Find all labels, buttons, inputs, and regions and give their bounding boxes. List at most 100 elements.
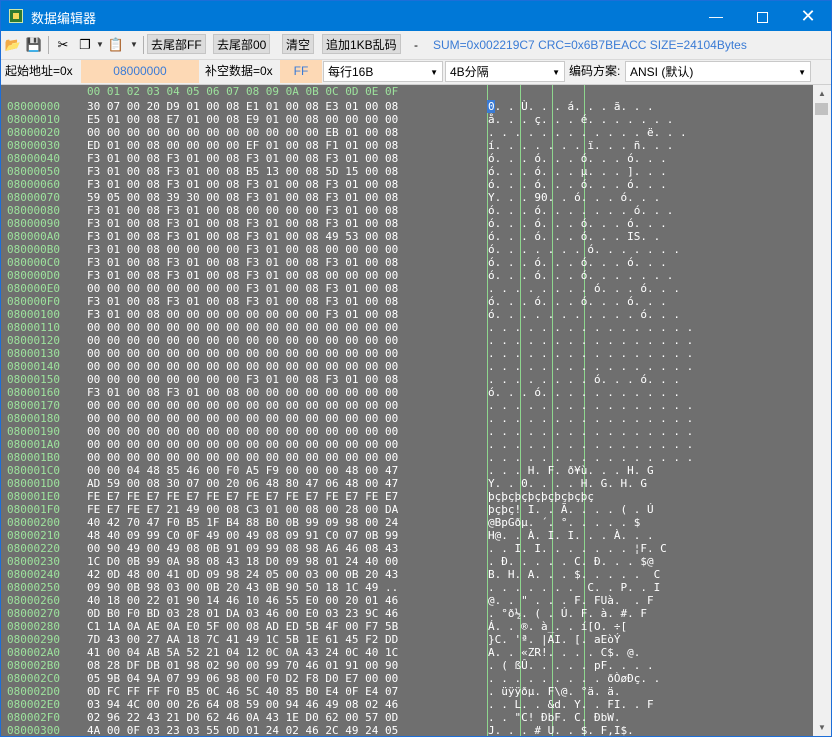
row-hex-bytes[interactable]: 00 00 00 00 00 00 00 00 F3 01 00 08 F3 0… xyxy=(87,282,398,295)
row-ascii-text[interactable]: þçþç! I. . Ã. . . . ( . Ú xyxy=(488,503,654,516)
row-ascii-text[interactable]: A. . «ZR!. . . . C$. @. xyxy=(488,646,640,659)
row-ascii-text[interactable]: . . . . . . . . . . . . . . . . xyxy=(488,438,693,451)
row-hex-bytes[interactable]: F3 01 00 08 F3 01 00 08 F3 01 00 08 F3 0… xyxy=(87,256,398,269)
row-hex-bytes[interactable]: 1C D0 0B 99 0A 98 08 43 18 D0 09 98 01 2… xyxy=(87,555,398,568)
row-hex-bytes[interactable]: 03 94 4C 00 00 26 64 08 59 00 94 46 49 0… xyxy=(87,698,398,711)
row-hex-bytes[interactable]: 00 00 00 00 00 00 00 00 F3 01 00 08 F3 0… xyxy=(87,373,398,386)
row-hex-bytes[interactable]: AD 59 00 08 30 07 00 20 06 48 80 47 06 4… xyxy=(87,477,398,490)
row-ascii-text[interactable]: ó. . . ó. . . . . . . . . . . xyxy=(488,386,680,399)
row-hex-bytes[interactable]: 00 00 00 00 00 00 00 00 00 00 00 00 00 0… xyxy=(87,425,398,438)
row-ascii-text[interactable]: B. H. A. . . $. . . . . C xyxy=(488,568,660,581)
row-ascii-text[interactable]: ó. . . ó. . . ó. . . ó. . . xyxy=(488,256,667,269)
row-ascii-text[interactable]: ó. . . ó. . . ó. . . ó. . . xyxy=(488,152,667,165)
row-ascii-text[interactable]: . . . H. F. ð¥ù. . . H. G xyxy=(488,464,654,477)
row-hex-bytes[interactable]: 0D B0 F0 BD 03 28 01 DA 03 46 00 E0 03 2… xyxy=(87,607,398,620)
row-hex-bytes[interactable]: 00 00 00 00 00 00 00 00 00 00 00 00 EB 0… xyxy=(87,126,398,139)
paste-icon[interactable]: 📋 xyxy=(107,36,125,54)
row-hex-bytes[interactable]: FE E7 FE E7 21 49 00 08 C3 01 00 08 00 2… xyxy=(87,503,398,516)
row-ascii-text[interactable]: . üÿÿðµ. F\@. °ä. ä. xyxy=(488,685,620,698)
row-ascii-text[interactable]: ó. . . ó. . . ó. . . ó. . . xyxy=(488,217,667,230)
row-ascii-text[interactable]: . . . . . . . . . . . . . . . . xyxy=(488,399,693,412)
title-bar[interactable]: 数据编辑器 — ✕ xyxy=(1,1,831,31)
start-address-input[interactable]: 08000000 xyxy=(81,60,199,83)
row-hex-bytes[interactable]: 00 00 00 00 00 00 00 00 00 00 00 00 00 0… xyxy=(87,321,398,334)
row-ascii-text[interactable]: . . . . . . . C. . P. . I xyxy=(488,581,660,594)
clear-button[interactable]: 清空 xyxy=(282,34,315,54)
row-hex-bytes[interactable]: F3 01 00 08 00 00 00 00 F3 01 00 08 00 0… xyxy=(87,243,398,256)
row-hex-bytes[interactable]: 40 18 00 22 01 90 14 46 10 46 55 E0 00 2… xyxy=(87,594,398,607)
row-hex-bytes[interactable]: 00 00 00 00 00 00 00 00 00 00 00 00 00 0… xyxy=(87,399,398,412)
row-ascii-text[interactable]: ­Y. . 0. . . . H. G. H. G xyxy=(488,477,647,490)
row-ascii-text[interactable]: ó. . . ó. . . ó. . . IS. . xyxy=(488,230,660,243)
row-ascii-text[interactable]: H@. . À. I. I. . . À. . . xyxy=(488,529,654,542)
row-hex-bytes[interactable]: 40 42 70 47 F0 B5 1F B4 88 B0 0B 99 09 9… xyxy=(87,516,398,529)
row-ascii-text[interactable]: å. . . ç. . . é. . . . . . . xyxy=(488,113,673,126)
vertical-scrollbar[interactable]: ▲ ▼ xyxy=(813,85,831,736)
row-ascii-text[interactable]: . . . . . . . . . ðÒøÐç. . xyxy=(488,672,660,685)
hex-view[interactable]: 00 01 02 03 04 05 06 07 08 09 0A 0B 0C 0… xyxy=(1,85,813,736)
row-hex-bytes[interactable]: ED 01 00 08 00 00 00 00 EF 01 00 08 F1 0… xyxy=(87,139,398,152)
row-hex-bytes[interactable]: F3 01 00 08 F3 01 00 08 00 00 00 00 F3 0… xyxy=(87,204,398,217)
append-1kb-random-button[interactable]: 追加1KB乱码 xyxy=(322,34,401,54)
row-hex-bytes[interactable]: 59 05 00 08 39 30 00 08 F3 01 00 08 F3 0… xyxy=(87,191,398,204)
scroll-down-icon[interactable]: ▼ xyxy=(813,719,831,736)
row-hex-bytes[interactable]: 08 28 DF DB 01 98 02 90 00 99 70 46 01 9… xyxy=(87,659,398,672)
row-hex-bytes[interactable]: 00 00 00 00 00 00 00 00 00 00 00 00 00 0… xyxy=(87,412,398,425)
encoding-select[interactable]: ANSI (默认) ▼ xyxy=(625,61,811,82)
row-hex-bytes[interactable]: 41 00 04 AB 5A 52 21 04 12 0C 0A 43 24 0… xyxy=(87,646,398,659)
row-hex-bytes[interactable]: 42 0D 48 00 41 0D 09 98 24 05 00 03 00 0… xyxy=(87,568,398,581)
row-ascii-text[interactable]: . . L. . &d. Y. . FI. . F xyxy=(488,698,654,711)
row-ascii-text[interactable]: . . . . . . . . ó. . . ó. . . xyxy=(488,373,680,386)
minimize-button[interactable]: — xyxy=(693,1,739,31)
bytes-per-row-select[interactable]: 每行16B ▼ xyxy=(323,61,443,82)
row-hex-bytes[interactable]: F3 01 00 08 F3 01 00 08 F3 01 00 08 F3 0… xyxy=(87,217,398,230)
row-hex-bytes[interactable]: F3 01 00 08 F3 01 00 08 F3 01 00 08 F3 0… xyxy=(87,152,398,165)
row-hex-bytes[interactable]: 4A 00 0F 03 23 03 55 0D 01 24 02 46 2C 4… xyxy=(87,724,398,736)
row-ascii-text[interactable]: þçþçþçþçþçþçþçþç xyxy=(488,490,594,503)
row-hex-bytes[interactable]: 0D FC FF FF F0 B5 0C 46 5C 40 85 B0 E4 0… xyxy=(87,685,398,698)
row-ascii-text[interactable]: Á. . ®. à_. . ­í[O. ÷[ xyxy=(488,620,627,633)
maximize-button[interactable] xyxy=(739,1,785,31)
row-ascii-text[interactable]: ó. . . ó. . . ó. . . ó. . . xyxy=(488,178,667,191)
row-hex-bytes[interactable]: 00 90 49 00 49 08 0B 91 09 99 08 98 A6 4… xyxy=(87,542,398,555)
row-ascii-text[interactable]: . . . . . . . . . . . . . . . . xyxy=(488,347,693,360)
row-hex-bytes[interactable]: F3 01 00 08 F3 01 00 08 F3 01 00 08 00 0… xyxy=(87,269,398,282)
trim-00-button[interactable]: 去尾部00 xyxy=(213,34,271,54)
row-ascii-text[interactable]: ó. . . ó. . . µ. . . ]. . . xyxy=(488,165,667,178)
row-ascii-text[interactable]: . . . . . . . . . . . . . . . . xyxy=(488,451,693,464)
row-ascii-text[interactable]: . . "C! ÐbF. C. ÐbW. xyxy=(488,711,620,724)
row-hex-bytes[interactable]: 00 00 00 00 00 00 00 00 00 00 00 00 00 0… xyxy=(87,451,398,464)
row-hex-bytes[interactable]: 00 00 00 00 00 00 00 00 00 00 00 00 00 0… xyxy=(87,360,398,373)
row-hex-bytes[interactable]: F3 01 00 08 F3 01 00 08 F3 01 00 08 F3 0… xyxy=(87,295,398,308)
row-hex-bytes[interactable]: 00 00 00 00 00 00 00 00 00 00 00 00 00 0… xyxy=(87,334,398,347)
row-ascii-text[interactable]: . Ð. . . . . C. Ð. . . $@ xyxy=(488,555,654,568)
row-hex-bytes[interactable]: 48 40 09 99 C0 0F 49 00 49 08 09 91 C0 0… xyxy=(87,529,398,542)
row-ascii-text[interactable]: }C. 'ª. |AI. [. aEòÝ xyxy=(488,633,620,646)
fill-data-input[interactable]: FF xyxy=(280,60,322,83)
row-hex-bytes[interactable]: E5 01 00 08 E7 01 00 08 E9 01 00 08 00 0… xyxy=(87,113,398,126)
paste-dropdown-icon[interactable]: ▼ xyxy=(130,36,138,54)
row-ascii-text[interactable]: . . . . . . . . . . . . . . . . xyxy=(488,334,693,347)
row-ascii-text[interactable]: . . . . . . . . . . . . . . . . xyxy=(488,412,693,425)
row-ascii-text[interactable]: Y. . . 90. . ó. . . ó. . . xyxy=(488,191,660,204)
row-hex-bytes[interactable]: 00 00 00 00 00 00 00 00 00 00 00 00 00 0… xyxy=(87,438,398,451)
scroll-up-icon[interactable]: ▲ xyxy=(813,85,831,102)
row-hex-bytes[interactable]: F3 01 00 08 F3 01 00 08 00 00 00 00 00 0… xyxy=(87,386,398,399)
close-button[interactable]: ✕ xyxy=(785,1,831,31)
row-hex-bytes[interactable]: F3 01 00 08 00 00 00 00 00 00 00 00 F3 0… xyxy=(87,308,398,321)
row-hex-bytes[interactable]: F3 01 00 08 F3 01 00 08 B5 13 00 08 5D 1… xyxy=(87,165,398,178)
save-icon[interactable]: 💾 xyxy=(25,36,43,54)
row-ascii-text[interactable]: ó. . . ó. . . ó. . . . . . . xyxy=(488,269,673,282)
row-hex-bytes[interactable]: C1 1A 0A AE 0A E0 5F 00 08 AD ED 5B 4F 0… xyxy=(87,620,398,633)
row-ascii-text[interactable]: . . . . . . . . . . . . . . . . xyxy=(488,360,693,373)
trim-ff-button[interactable]: 去尾部FF xyxy=(147,34,206,54)
row-ascii-text[interactable]: . ( ßÛ. . . . . pF. . . . xyxy=(488,659,654,672)
row-ascii-text[interactable]: 0. . Ù. . . á. . . ã. . . xyxy=(488,100,654,113)
row-hex-bytes[interactable]: 02 96 22 43 21 D0 62 46 0A 43 1E D0 62 0… xyxy=(87,711,398,724)
row-ascii-text[interactable]: . . . . . . . . . . . . . . . . xyxy=(488,425,693,438)
row-hex-bytes[interactable]: 09 90 0B 98 03 00 0B 20 43 0B 90 50 18 1… xyxy=(87,581,398,594)
row-hex-bytes[interactable]: FE E7 FE E7 FE E7 FE E7 FE E7 FE E7 FE E… xyxy=(87,490,398,503)
row-ascii-text[interactable]: J. . . # U. . $. F,I$. xyxy=(488,724,634,736)
scrollbar-thumb[interactable] xyxy=(815,103,828,115)
row-ascii-text[interactable]: . °ð½. ( . Ú. F. à. #. F xyxy=(488,607,647,620)
